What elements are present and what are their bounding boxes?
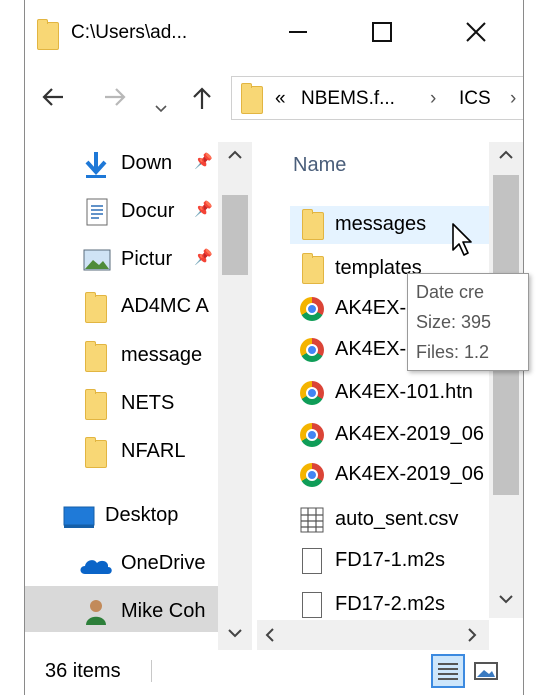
- file-name: FD17-2.m2s: [335, 593, 446, 615]
- arrow-left-icon: [42, 88, 63, 106]
- pin-icon: 📌: [194, 153, 213, 170]
- folder-icon: [302, 209, 324, 240]
- file-row[interactable]: auto_sent.csv: [290, 501, 520, 539]
- address-separator[interactable]: ›: [430, 88, 436, 110]
- sidebar-item-label: Mike Coh: [121, 600, 206, 622]
- folder-icon: [37, 19, 59, 50]
- scroll-up-icon[interactable]: [498, 150, 514, 160]
- file-row[interactable]: AK4EX-2019_06: [290, 456, 520, 494]
- folder-icon: [302, 253, 324, 284]
- filelist-horizontal-scrollbar[interactable]: [257, 620, 489, 650]
- large-icons-view-button[interactable]: [471, 656, 501, 686]
- status-divider: [151, 660, 152, 682]
- scroll-up-icon[interactable]: [227, 150, 243, 160]
- pin-icon: 📌: [194, 249, 213, 266]
- maximize-button[interactable]: [359, 12, 405, 52]
- file-row[interactable]: AK4EX-101.htn: [290, 374, 520, 412]
- maximize-icon: [372, 22, 392, 42]
- folder-icon: [241, 83, 263, 114]
- desktop-icon: [63, 506, 95, 528]
- column-header-name[interactable]: Name: [293, 154, 346, 177]
- minimize-icon: [289, 31, 307, 33]
- address-separator[interactable]: ›: [510, 88, 516, 110]
- file-name: AK4EX-5: [335, 297, 418, 319]
- address-overflow[interactable]: «: [275, 88, 286, 110]
- back-button[interactable]: [41, 86, 65, 115]
- window-title: C:\Users\ad...: [71, 22, 188, 43]
- sidebar-item-label: NETS: [121, 392, 175, 414]
- chrome-icon: [300, 381, 324, 405]
- tooltip-date: Date cre: [416, 282, 485, 302]
- folder-icon: [85, 292, 107, 323]
- sidebar-item-label: OneDrive: [121, 552, 206, 574]
- sidebar-scrollbar-thumb[interactable]: [222, 195, 248, 275]
- user-icon: [86, 600, 106, 625]
- document-icon: [86, 198, 108, 226]
- sidebar-item-label: message: [121, 344, 203, 366]
- arrow-up-icon: [193, 87, 211, 109]
- close-button[interactable]: [453, 12, 499, 52]
- download-arrow-icon: [85, 152, 107, 178]
- chrome-icon: [300, 297, 324, 321]
- document-icon: [302, 592, 322, 618]
- tooltip-size: Size: 395: [416, 312, 492, 332]
- recent-locations-button[interactable]: [155, 92, 167, 120]
- sidebar-item-label: AD4MC A: [121, 295, 209, 317]
- sidebar-item-label: Desktop: [105, 504, 179, 526]
- close-icon: [466, 22, 486, 42]
- file-name: messages: [335, 213, 427, 235]
- address-segment-nbems[interactable]: NBEMS.f...: [301, 88, 395, 110]
- file-row[interactable]: FD17-1.m2s: [290, 542, 520, 580]
- sidebar-item-desktop[interactable]: Desktop: [63, 500, 223, 534]
- sidebar-item-label: Pictur: [121, 248, 173, 270]
- file-name: FD17-1.m2s: [335, 549, 446, 571]
- chrome-icon: [300, 338, 324, 362]
- arrow-right-icon: [105, 88, 126, 106]
- document-icon: [302, 548, 322, 574]
- pin-icon: 📌: [194, 201, 213, 218]
- file-row[interactable]: FD17-2.m2s: [290, 586, 520, 624]
- chrome-icon: [300, 463, 324, 487]
- file-name: AK4EX-2019_06: [335, 423, 485, 445]
- file-row[interactable]: messages: [290, 206, 520, 244]
- folder-icon: [85, 437, 107, 468]
- large-icons-view-icon: [474, 662, 498, 680]
- forward-button[interactable]: [103, 86, 127, 115]
- sidebar-item-label: Down: [121, 152, 173, 174]
- sidebar-item-label: Docur: [121, 200, 175, 222]
- tooltip-files: Files: 1.2: [416, 342, 490, 362]
- address-segment-ics[interactable]: ICS: [459, 88, 491, 110]
- up-button[interactable]: [191, 86, 213, 117]
- file-name: auto_sent.csv: [335, 508, 459, 530]
- chrome-icon: [300, 423, 324, 447]
- file-name: AK4EX-2019_06: [335, 463, 485, 485]
- scroll-left-icon[interactable]: [265, 627, 275, 643]
- minimize-button[interactable]: [275, 12, 321, 52]
- mouse-cursor-icon: [452, 223, 472, 256]
- pictures-icon: [83, 249, 111, 271]
- folder-icon: [85, 341, 107, 372]
- sidebar-item-label: NFARL: [121, 440, 186, 462]
- chevron-down-icon: [155, 105, 167, 113]
- file-name: AK4EX-5: [335, 338, 418, 360]
- file-info-tooltip: Date cre Size: 395 Files: 1.2: [407, 273, 529, 371]
- details-view-icon: [438, 663, 458, 680]
- scroll-down-icon[interactable]: [498, 594, 514, 604]
- spreadsheet-icon: [300, 507, 324, 533]
- scroll-right-icon[interactable]: [467, 627, 477, 643]
- file-name: AK4EX-101.htn: [335, 381, 473, 403]
- folder-icon: [85, 389, 107, 420]
- scroll-down-icon[interactable]: [227, 628, 243, 638]
- cloud-icon: [80, 560, 112, 574]
- status-item-count: 36 items: [45, 660, 121, 682]
- file-row[interactable]: AK4EX-2019_06: [290, 416, 520, 454]
- details-view-button[interactable]: [431, 654, 465, 688]
